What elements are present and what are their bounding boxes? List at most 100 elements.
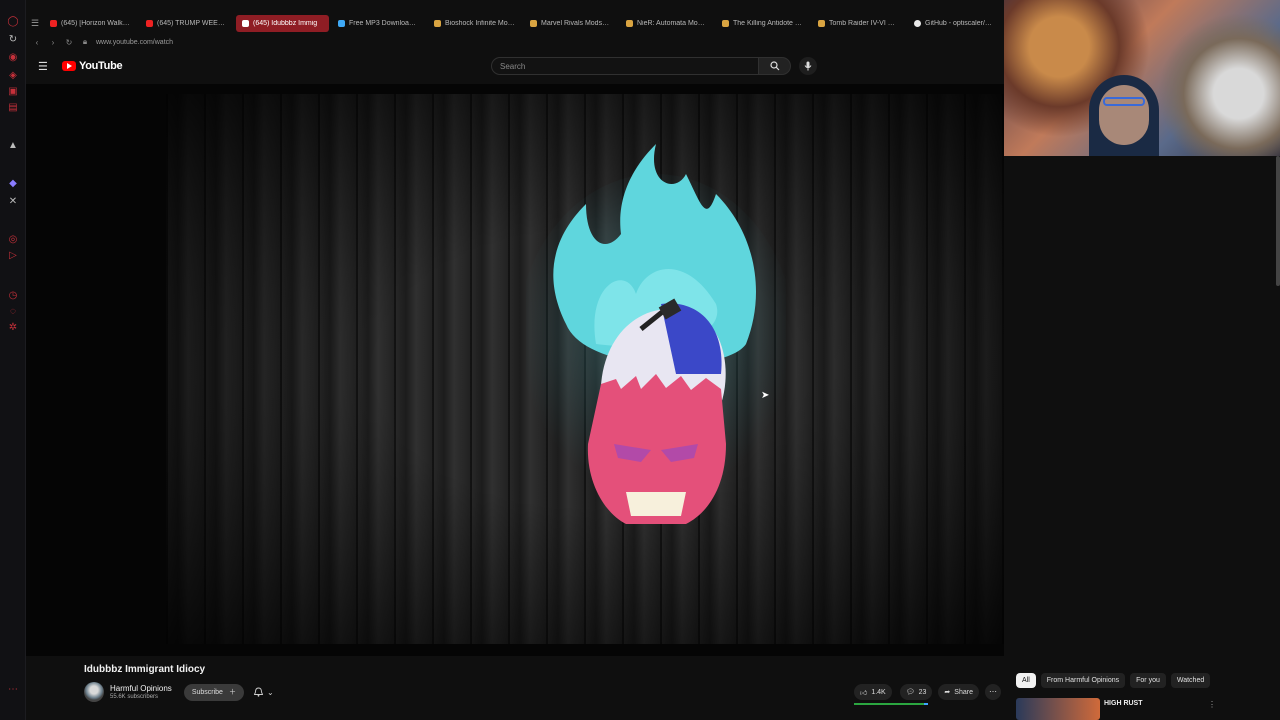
- mic-icon: [804, 61, 812, 71]
- sidebar-app-icon[interactable]: ▤: [7, 102, 19, 114]
- sidebar-app-icon[interactable]: ◈: [7, 70, 19, 82]
- tab-label: (645) TRUMP WEED DE: [157, 19, 227, 27]
- tab-label: Marvel Rivals Mods - Ne: [541, 19, 611, 27]
- tab-active[interactable]: (645) Idubbbz Immig: [236, 14, 329, 32]
- webcam-glasses: [1103, 97, 1145, 106]
- nexus-favicon-icon: [818, 19, 825, 27]
- back-icon[interactable]: ‹: [32, 38, 42, 47]
- search-icon: [769, 61, 779, 71]
- search-button[interactable]: [759, 57, 791, 75]
- recommendation-title[interactable]: HIGH RUST: [1104, 700, 1143, 720]
- tab-label: GitHub - optiscaler/Opti: [925, 19, 995, 27]
- search-box: [491, 57, 817, 75]
- share-label: Share: [954, 688, 973, 696]
- tab[interactable]: NieR: Automata Mods - N: [620, 15, 713, 32]
- subscribe-label: Subscribe: [191, 688, 223, 696]
- like-button[interactable]: 👍︎ 1.4K: [854, 684, 892, 700]
- share-icon: ➦: [944, 689, 951, 696]
- tab[interactable]: Marvel Rivals Mods - Ne: [524, 15, 617, 32]
- chip-watched[interactable]: Watched: [1170, 673, 1211, 688]
- audio-playing-icon: [242, 19, 249, 27]
- x-icon[interactable]: ✕: [7, 196, 19, 208]
- tab-label: Bioshock Infinite Mods - Ne: [445, 19, 515, 27]
- downloader-favicon-icon: [338, 19, 345, 27]
- tab-label: Tomb Raider IV-VI Remas: [829, 19, 899, 27]
- tab[interactable]: The Killing Antidote Mod: [716, 15, 809, 32]
- chip-all[interactable]: All: [1016, 673, 1036, 688]
- opera-logo-icon[interactable]: ◯: [7, 16, 19, 28]
- github-favicon-icon: [914, 19, 921, 27]
- forward-icon[interactable]: ›: [48, 38, 58, 47]
- channel-name[interactable]: Harmful Opinions: [110, 684, 172, 693]
- comments-button[interactable]: 💬︎ 23: [899, 684, 933, 700]
- sidebar-app-icon[interactable]: ◉: [7, 52, 19, 64]
- tab-label: (645) [Horizon Walker] S: [61, 19, 131, 27]
- tab-label: Free MP3 Downloader - S: [349, 19, 419, 27]
- tab[interactable]: Bioshock Infinite Mods - Ne: [428, 15, 521, 32]
- tab[interactable]: GitHub - optiscaler/Opti: [908, 15, 1001, 32]
- chip-from-channel[interactable]: From Harmful Opinions: [1040, 673, 1126, 688]
- more-actions-button[interactable]: ⋯: [984, 684, 1001, 700]
- search-input[interactable]: [491, 57, 759, 75]
- channel-row: Harmful Opinions 55.6K subscribers Subsc…: [84, 682, 280, 702]
- nexus-favicon-icon: [722, 19, 729, 27]
- tab[interactable]: Free MP3 Downloader - S: [332, 15, 425, 32]
- youtube-favicon-icon: [146, 19, 153, 27]
- logo-text: YouTube: [79, 60, 123, 72]
- like-count: 1.4K: [871, 688, 886, 696]
- comment-icon: 💬︎: [905, 689, 915, 696]
- tab[interactable]: Tomb Raider IV-VI Remas: [812, 15, 905, 32]
- reload-icon[interactable]: ↻: [64, 38, 74, 47]
- messenger-icon[interactable]: ◆: [7, 178, 19, 190]
- bell-icon: [253, 687, 263, 697]
- voice-search-button[interactable]: [799, 57, 817, 75]
- video-actions: 👍︎ 1.4K 💬︎ 23 ➦ Share ⋯: [854, 684, 1001, 700]
- youtube-play-icon: [62, 61, 76, 71]
- browser-sidebar: ◯ ↻ ◉ ◈ ▣ ▤ ▲ ◆ ✕ ◎ ▷ ◷ ◌ ✲ ⋯: [0, 0, 26, 720]
- channel-avatar[interactable]: [84, 682, 104, 702]
- youtube-logo[interactable]: YouTube: [62, 60, 123, 72]
- screen: ◯ ↻ ◉ ◈ ▣ ▤ ▲ ◆ ✕ ◎ ▷ ◷ ◌ ✲ ⋯ ☰ (645) [H…: [0, 0, 1280, 720]
- menu-icon[interactable]: ☰: [38, 60, 48, 73]
- kebab-menu-icon[interactable]: ⋮: [1208, 700, 1216, 709]
- like-dislike-group: 👍︎ 1.4K 💬︎ 23: [854, 684, 933, 700]
- flaming-skull-artwork: [526, 144, 786, 524]
- recommendation-item[interactable]: HIGH RUST: [1016, 698, 1143, 720]
- youtube-favicon-icon: [50, 19, 57, 27]
- clock-icon[interactable]: ◷: [7, 290, 19, 302]
- url-field[interactable]: www.youtube.com/watch: [96, 39, 173, 46]
- sidebar-app-icon[interactable]: ◌: [7, 306, 19, 318]
- video-player[interactable]: ➤: [26, 84, 1004, 656]
- nexus-favicon-icon: [530, 19, 537, 27]
- scrollbar[interactable]: [1276, 156, 1280, 286]
- chip-for-you[interactable]: For you: [1130, 673, 1166, 688]
- tab[interactable]: (645) [Horizon Walker] S: [44, 15, 137, 32]
- thumbs-up-icon: 👍︎: [860, 689, 868, 697]
- recommendation-chips: All From Harmful Opinions For you Watche…: [1016, 673, 1211, 688]
- subscribe-button[interactable]: Subscribe ＋: [183, 683, 244, 701]
- webcam-overlay: [1004, 0, 1280, 156]
- share-button[interactable]: ➦ Share: [938, 684, 979, 700]
- history-icon[interactable]: ↻: [7, 34, 19, 46]
- mouse-cursor-icon: ➤: [761, 390, 770, 401]
- like-ratio-bar: [854, 703, 928, 705]
- tab-label: The Killing Antidote Mod: [733, 19, 803, 27]
- webcam-face: [1099, 85, 1149, 145]
- tab-label: (645) Idubbbz Immig: [253, 19, 318, 27]
- tab-menu-icon[interactable]: ☰: [26, 14, 44, 32]
- chevron-down-icon: ⌄: [266, 687, 274, 697]
- lock-icon: 🔒︎: [82, 37, 88, 46]
- music-icon[interactable]: ▷: [7, 250, 19, 262]
- nexus-favicon-icon: [626, 19, 633, 27]
- subscriber-count: 55.6K subscribers: [110, 694, 159, 700]
- sidebar-app-icon[interactable]: ◎: [7, 234, 19, 246]
- recommendation-thumbnail[interactable]: [1016, 698, 1100, 720]
- tab[interactable]: (645) TRUMP WEED DE: [140, 15, 233, 32]
- more-icon: ⋯: [988, 687, 997, 696]
- sidebar-more-icon[interactable]: ⋯: [7, 684, 19, 696]
- sidebar-app-icon[interactable]: ▣: [7, 86, 19, 98]
- aria-icon[interactable]: ▲: [7, 140, 19, 152]
- notification-button[interactable]: ⌄: [248, 684, 280, 701]
- settings-icon[interactable]: ✲: [7, 322, 19, 334]
- comment-count: 23: [918, 688, 927, 696]
